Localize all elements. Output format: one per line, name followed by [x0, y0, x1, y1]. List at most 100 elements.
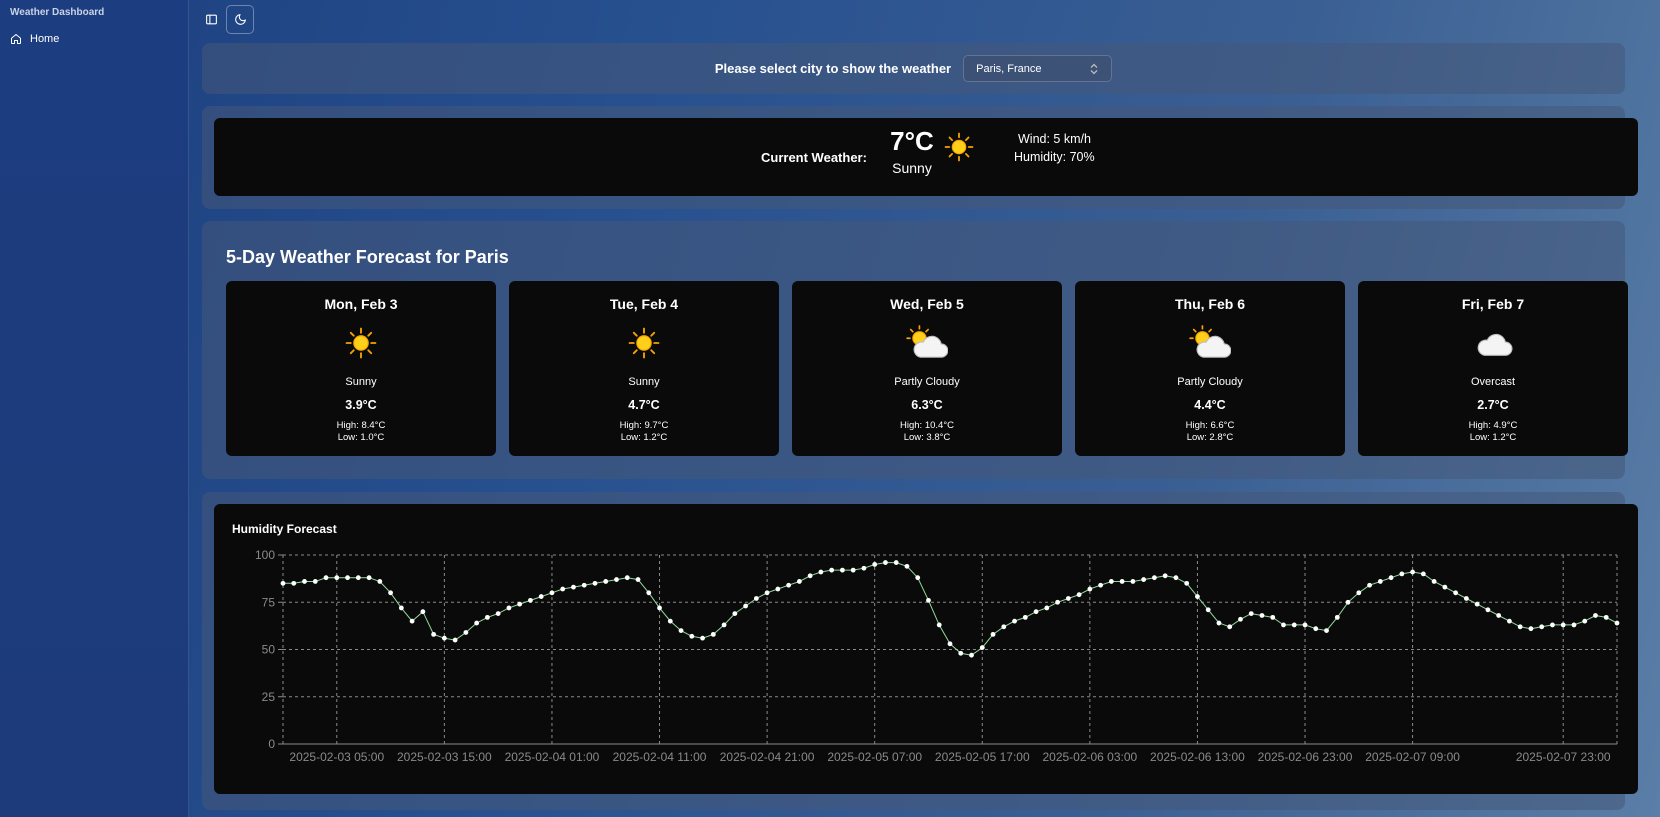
- forecast-day-condition: Partly Cloudy: [1177, 376, 1243, 388]
- humidity-data-point: [1055, 599, 1060, 605]
- humidity-data-point: [796, 579, 802, 584]
- sidebar: Weather Dashboard Home: [0, 0, 189, 817]
- x-tick-label: 2025-02-07 09:00: [1365, 750, 1460, 764]
- humidity-data-point: [861, 565, 867, 571]
- humidity-data-point: [592, 580, 598, 586]
- x-tick-label: 2025-02-04 11:00: [613, 750, 707, 764]
- humidity-data-point: [377, 579, 383, 584]
- humidity-data-point: [1173, 575, 1179, 581]
- sidebar-toggle-icon: [205, 14, 217, 25]
- humidity-data-point: [463, 630, 469, 635]
- theme-toggle-button[interactable]: [226, 5, 254, 34]
- humidity-data-point: [1603, 614, 1609, 620]
- sun-icon: [623, 325, 665, 361]
- sidebar-item-label: Home: [30, 33, 60, 45]
- humidity-data-point: [990, 631, 996, 637]
- humidity-data-point: [1410, 569, 1415, 575]
- x-tick-label: 2025-02-04 01:00: [505, 750, 600, 764]
- humidity-data-point: [1485, 607, 1491, 613]
- home-icon: [11, 34, 21, 44]
- humidity-data-point: [958, 650, 964, 656]
- humidity-data-point: [1098, 582, 1104, 588]
- forecast-day-date: Mon, Feb 3: [324, 296, 398, 312]
- current-weather-label: Current Weather:: [761, 150, 867, 165]
- humidity-data-point: [775, 586, 781, 592]
- humidity-data-point: [452, 637, 458, 643]
- humidity-data-point: [1367, 582, 1372, 588]
- humidity-data-point: [1550, 622, 1555, 628]
- humidity-data-point: [1539, 624, 1545, 630]
- humidity-data-point: [1507, 618, 1512, 624]
- humidity-data-point: [302, 579, 307, 584]
- forecast-day-temp: 4.4°C: [1194, 398, 1226, 412]
- humidity-data-point: [1560, 622, 1566, 628]
- forecast-day-card: Fri, Feb 7 Overcast 2.7°C High: 4.9°C Low: 1…: [1358, 281, 1628, 456]
- humidity-data-point: [280, 580, 286, 586]
- humidity-data-point: [1593, 613, 1598, 618]
- forecast-day-low: Low: 1.2°C: [1469, 432, 1517, 443]
- sidebar-title: Weather Dashboard: [10, 7, 105, 18]
- humidity-data-point: [1582, 618, 1588, 624]
- humidity-data-point: [495, 611, 501, 616]
- humidity-data-point: [1216, 620, 1222, 626]
- forecast-day-high: High: 6.6°C: [1185, 420, 1235, 431]
- y-tick-label: 50: [262, 643, 276, 657]
- humidity-data-point: [549, 590, 555, 596]
- humidity-data-point: [1270, 614, 1276, 620]
- humidity-data-point: [1313, 626, 1319, 632]
- forecast-day-card: Mon, Feb 3 Sunny 3.9°C High: 8.4°C Low: 1.0°…: [226, 281, 496, 456]
- humidity-data-point: [560, 586, 566, 592]
- humidity-data-point: [506, 605, 512, 611]
- forecast-day-card: Wed, Feb 5 Partly Cloudy 6.3°C High: 10.4°C…: [792, 281, 1062, 456]
- humidity-data-point: [721, 622, 727, 628]
- forecast-day-low: Low: 2.8°C: [1186, 432, 1234, 443]
- humidity-data-point: [893, 560, 899, 565]
- humidity-data-point: [743, 603, 748, 609]
- humidity-chart: 0 25 50 75 100 2025-02-03 05:00 2025-02-03 15:…: [255, 548, 1620, 764]
- x-tick-label: 2025-02-03 05:00: [289, 750, 384, 764]
- humidity-data-point: [1302, 622, 1308, 628]
- humidity-data-point: [1065, 596, 1071, 601]
- humidity-data-point: [1162, 573, 1168, 579]
- humidity-data-point: [1022, 614, 1028, 620]
- humidity-data-point: [753, 596, 759, 601]
- humidity-data-point: [517, 601, 523, 607]
- forecast-day-temp: 3.9°C: [345, 398, 377, 412]
- city-select[interactable]: Paris, France: [963, 55, 1113, 82]
- humidity-data-point: [1130, 579, 1136, 584]
- humidity-data-point: [1496, 613, 1502, 618]
- humidity-data-point: [1044, 605, 1050, 611]
- forecast-panel: 5-Day Weather Forecast for Paris Mon, Fe…: [202, 221, 1628, 479]
- humidity-data-point: [872, 562, 878, 567]
- humidity-data-point: [441, 635, 447, 641]
- forecast-day-temp: 2.7°C: [1477, 398, 1509, 412]
- humidity-data-point: [485, 614, 490, 620]
- humidity-data-point: [915, 575, 921, 581]
- humidity-data-point: [1119, 579, 1125, 584]
- x-tick-label: 2025-02-05 07:00: [827, 750, 922, 764]
- humidity-data-point: [1227, 624, 1233, 630]
- forecast-day-temp: 4.7°C: [628, 398, 660, 412]
- humidity-data-point: [1141, 577, 1147, 582]
- forecast-day-high: High: 4.9°C: [1468, 420, 1518, 431]
- humidity-data-point: [345, 575, 350, 581]
- forecast-day-high: High: 8.4°C: [336, 420, 386, 431]
- sidebar-item-home[interactable]: Home: [10, 33, 59, 45]
- humidity-data-point: [1259, 613, 1265, 618]
- humidity-data-point: [1108, 579, 1114, 584]
- humidity-data-point: [700, 635, 705, 641]
- city-select-value: Paris, France: [976, 62, 1042, 75]
- humidity-data-point: [528, 597, 533, 603]
- humidity-data-point: [1517, 624, 1523, 630]
- humidity-data-point: [312, 579, 318, 584]
- sun-icon: [944, 132, 974, 162]
- humidity-data-point: [1001, 624, 1007, 630]
- humidity-data-point: [571, 584, 576, 590]
- humidity-data-point: [1281, 622, 1286, 628]
- forecast-day-date: Thu, Feb 6: [1175, 296, 1245, 312]
- forecast-day-low: Low: 1.2°C: [620, 432, 668, 443]
- humidity-data-point: [667, 618, 673, 624]
- humidity-data-point: [291, 580, 297, 586]
- humidity-data-point: [1324, 628, 1329, 633]
- sidebar-toggle-button[interactable]: [200, 5, 222, 34]
